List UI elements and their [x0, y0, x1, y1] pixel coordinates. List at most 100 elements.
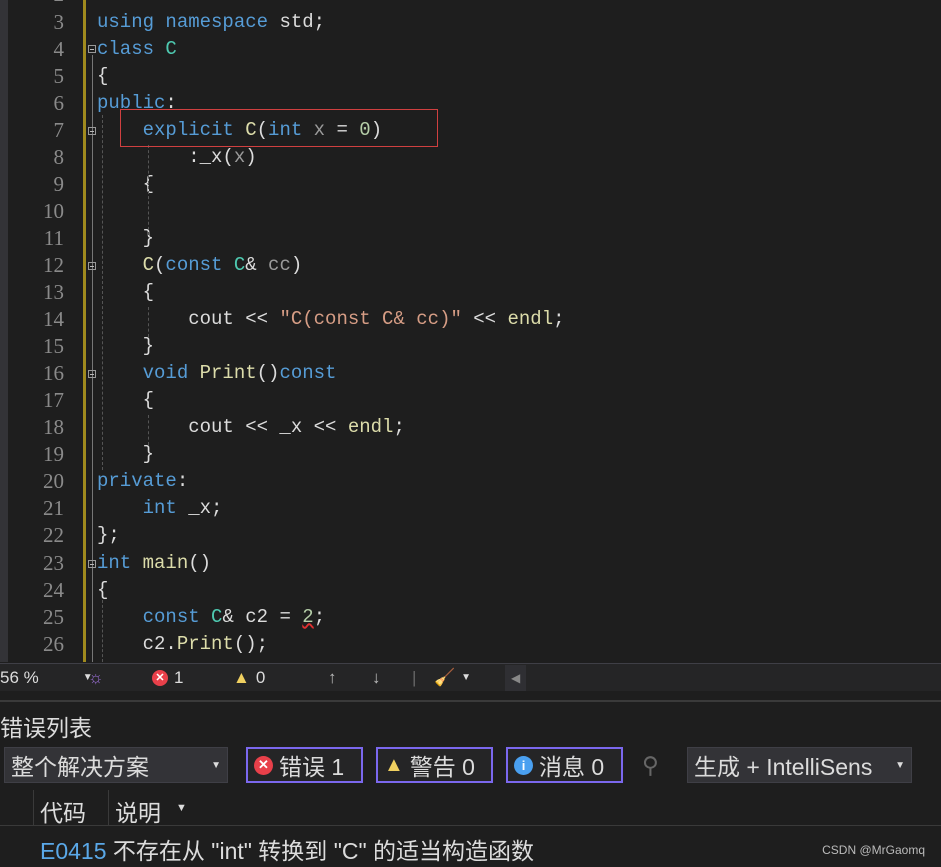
zoom-select[interactable]: 56 % ▼ [0, 668, 93, 688]
warnings-indicator[interactable]: ▲ 0 [233, 668, 265, 688]
code-line[interactable]: { [97, 171, 154, 198]
code-token: main [142, 551, 189, 574]
editor-status-bar: 56 % ▼ ☼ ✕ 1 ▲ 0 ↑ ↓ | 🧹 ▼ ◀ [0, 663, 941, 691]
previous-issue-button[interactable]: ↑ [328, 668, 337, 688]
fold-toggle[interactable] [88, 370, 96, 378]
code-token: { [97, 172, 155, 195]
panel-splitter[interactable] [0, 700, 941, 702]
code-token: } [97, 335, 155, 358]
code-token: C [142, 253, 155, 276]
line-number: 18 [43, 415, 64, 440]
code-line[interactable]: int _x; [97, 495, 223, 522]
error-code[interactable]: E0415 [40, 838, 107, 864]
code-token: ) [290, 253, 303, 276]
column-description[interactable]: 说明 [115, 794, 161, 828]
code-line[interactable]: class C [97, 36, 177, 63]
code-token: { [97, 578, 109, 601]
line-number: 10 [43, 198, 64, 223]
intellicode-icon[interactable]: ☼ [88, 668, 104, 688]
code-token: { [97, 64, 109, 87]
messages-filter-button[interactable]: i 消息 0 [506, 747, 623, 783]
code-token: 2 [302, 605, 314, 628]
scope-dropdown[interactable]: 整个解决方案 ▼ [4, 747, 228, 783]
fold-toggle[interactable] [88, 262, 96, 270]
code-editor[interactable]: 2 #include<iostream> 3 using namespace std;… [0, 0, 941, 662]
warnings-filter-button[interactable]: ▲ 警告 0 [376, 747, 493, 783]
column-code[interactable]: 代码 [40, 794, 86, 828]
line-number: 22 [43, 523, 64, 548]
scroll-left-button[interactable]: ◀ [505, 665, 527, 691]
errors-label: 错误 1 [279, 754, 345, 780]
fold-toggle[interactable] [88, 560, 96, 568]
code-token: () [188, 551, 212, 574]
code-token: c2 [233, 605, 269, 628]
code-line[interactable]: cout << "C(const C& cc)" << endl; [97, 306, 565, 333]
code-line[interactable]: int main() [97, 550, 211, 577]
code-line[interactable]: { [97, 63, 108, 90]
code-token: const [279, 362, 337, 385]
code-line[interactable]: }; [97, 522, 120, 549]
code-line[interactable]: private: [97, 468, 188, 495]
line-number: 19 [43, 442, 64, 467]
code-line[interactable]: C(const C& cc) [97, 252, 303, 279]
code-line[interactable]: } [97, 441, 154, 468]
code-token: { [97, 389, 155, 412]
code-token: & [245, 253, 257, 276]
code-line[interactable]: #include<iostream> [97, 0, 302, 8]
code-token: { [97, 281, 155, 303]
code-token: }; [97, 524, 120, 547]
code-token: () [256, 362, 280, 385]
code-token: ; [553, 308, 565, 331]
line-number: 23 [43, 550, 64, 575]
code-line[interactable]: c2.Print(); [97, 631, 268, 658]
code-line[interactable]: { [97, 387, 154, 414]
indent-guide [102, 115, 103, 470]
line-number: 24 [43, 577, 64, 602]
warning-icon: ▲ [233, 667, 250, 687]
error-count: 1 [174, 667, 184, 687]
info-icon: i [514, 755, 533, 775]
errors-filter-button[interactable]: ✕ 错误 1 [246, 747, 363, 783]
code-token: void [142, 362, 189, 385]
code-token: namespace [165, 10, 269, 33]
sort-chevron-icon[interactable]: ▼ [176, 802, 187, 814]
code-token: & [222, 605, 234, 628]
line-number: 3 [53, 9, 65, 34]
code-line[interactable]: :_x(x) [97, 144, 256, 171]
line-number: 8 [53, 144, 65, 169]
chevron-down-icon: ▼ [461, 672, 472, 683]
divider: | [412, 667, 417, 687]
code-line[interactable]: void Print()const [97, 360, 337, 387]
code-line[interactable]: { [97, 279, 154, 306]
scrollbar-strip [0, 0, 8, 662]
fold-toggle[interactable] [88, 45, 96, 53]
warnings-label: 警告 0 [409, 754, 475, 780]
next-issue-button[interactable]: ↓ [372, 668, 381, 688]
code-line[interactable]: } [97, 333, 154, 360]
line-number: 25 [43, 604, 64, 629]
scope-value: 整个解决方案 [11, 754, 149, 780]
filter-icon[interactable]: ⚲ [636, 747, 665, 783]
line-number: 15 [43, 334, 64, 359]
code-token: int [142, 497, 177, 520]
code-line[interactable]: const C& c2 = 2; [97, 604, 325, 631]
fold-toggle[interactable] [88, 127, 96, 135]
code-cleanup-button[interactable]: 🧹 ▼ [434, 668, 471, 688]
table-header: 代码 说明 ▼ [0, 790, 941, 826]
code-token: cout << [97, 308, 280, 331]
code-token: const [142, 605, 200, 628]
line-number: 17 [43, 388, 64, 413]
code-line[interactable]: } [97, 225, 154, 252]
source-dropdown[interactable]: 生成 + IntelliSens ▼ [687, 747, 912, 783]
code-line[interactable]: using namespace std; [97, 9, 325, 36]
code-token: c2. [97, 632, 177, 655]
errors-indicator[interactable]: ✕ 1 [152, 668, 183, 688]
table-row[interactable]: E0415 不存在从 "int" 转换到 "C" 的适当构造函数 [40, 832, 534, 866]
code-line[interactable]: cout << _x << endl; [97, 414, 405, 441]
code-token: : [176, 470, 189, 493]
